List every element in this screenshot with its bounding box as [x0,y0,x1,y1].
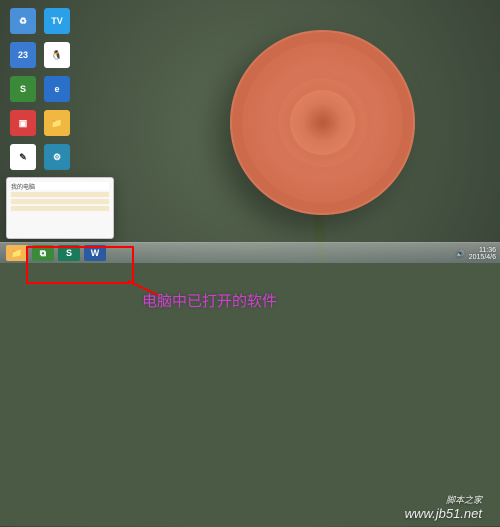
taskbar-preview[interactable]: 我的电脑 [6,177,114,239]
preview-title: 我的电脑 [11,182,109,190]
desktop-icon-app-u[interactable]: ▣ [10,110,36,136]
watermark-label: 脚本之家 [405,493,482,506]
desktop-icon-app-ie[interactable]: e [44,76,70,102]
annotation-text: 电脑中已打开的软件 [142,290,277,311]
flower [230,30,415,215]
watermark: 脚本之家 www.jb51.net [405,493,482,521]
desktop-icon-app-tv[interactable]: TV [44,8,70,34]
desktop-icon-app-g[interactable]: ⚙ [44,144,70,170]
tray-sound-icon[interactable]: 🔊 [456,250,465,258]
clock-date: 2015/4/6 [469,254,496,261]
taskbar-button-teal[interactable]: S [58,245,80,261]
desktop-icon-folder[interactable]: 📁 [44,110,70,136]
desktop-icon-app-s[interactable]: S [10,76,36,102]
system-tray[interactable]: 🔊 11:36 2015/4/6 [456,247,496,261]
taskbar-button-folder[interactable]: 📁 [6,245,28,261]
clock-time: 11:36 [479,247,496,254]
screenshot-top: ♻TV23🐧Se▣📁✎⚙🐧PW❀ 我的电脑 📁⧉SW 🔊 11:36 2015/… [0,0,500,263]
taskbar-button-green[interactable]: ⧉ [32,245,54,261]
taskbar[interactable]: 📁⧉SW 🔊 11:36 2015/4/6 [0,242,500,263]
desktop-icon-app-pen[interactable]: ✎ [10,144,36,170]
taskbar-button-blue[interactable]: W [84,245,106,261]
desktop-icon-app-2345[interactable]: 23 [10,42,36,68]
watermark-site: www.jb51.net [405,506,482,521]
desktop-icon-app-qq[interactable]: 🐧 [44,42,70,68]
desktop-icon-recycle[interactable]: ♻ [10,8,36,34]
